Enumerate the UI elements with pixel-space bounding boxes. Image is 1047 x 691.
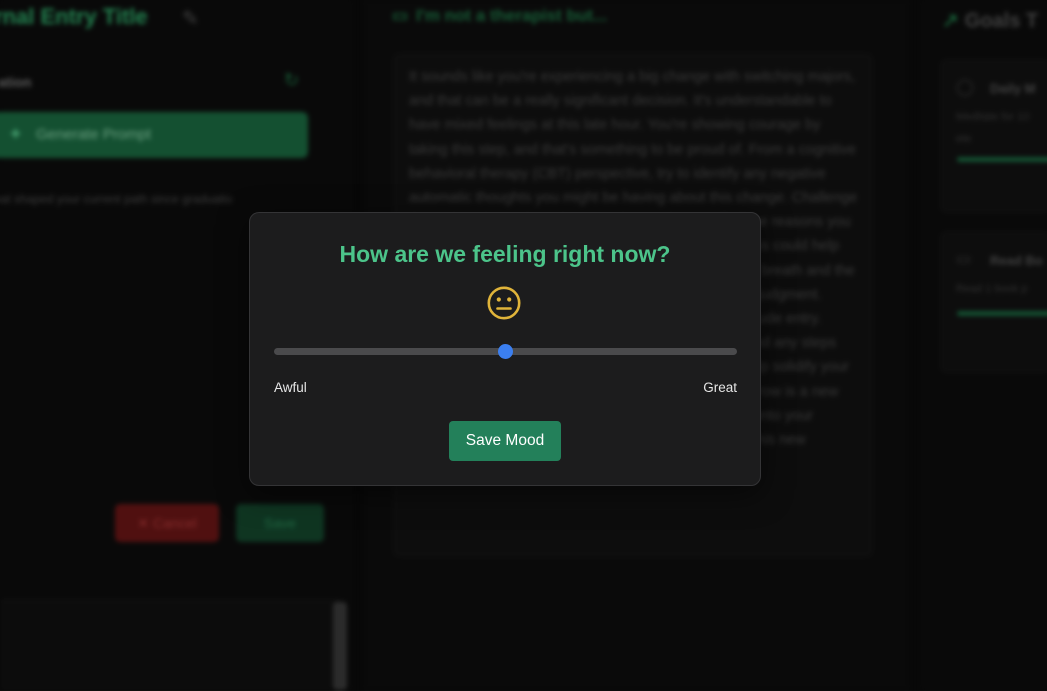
save-mood-button[interactable]: Save Mood xyxy=(449,421,561,461)
modal-title: How are we feeling right now? xyxy=(339,241,671,267)
slider-low-label: Awful xyxy=(274,380,307,395)
mood-modal: How are we feeling right now? Awful Grea… xyxy=(249,212,761,486)
neutral-face-icon xyxy=(487,286,521,320)
mood-slider[interactable] xyxy=(274,344,737,359)
mood-slider-thumb[interactable] xyxy=(498,344,513,359)
slider-high-label: Great xyxy=(703,380,737,395)
